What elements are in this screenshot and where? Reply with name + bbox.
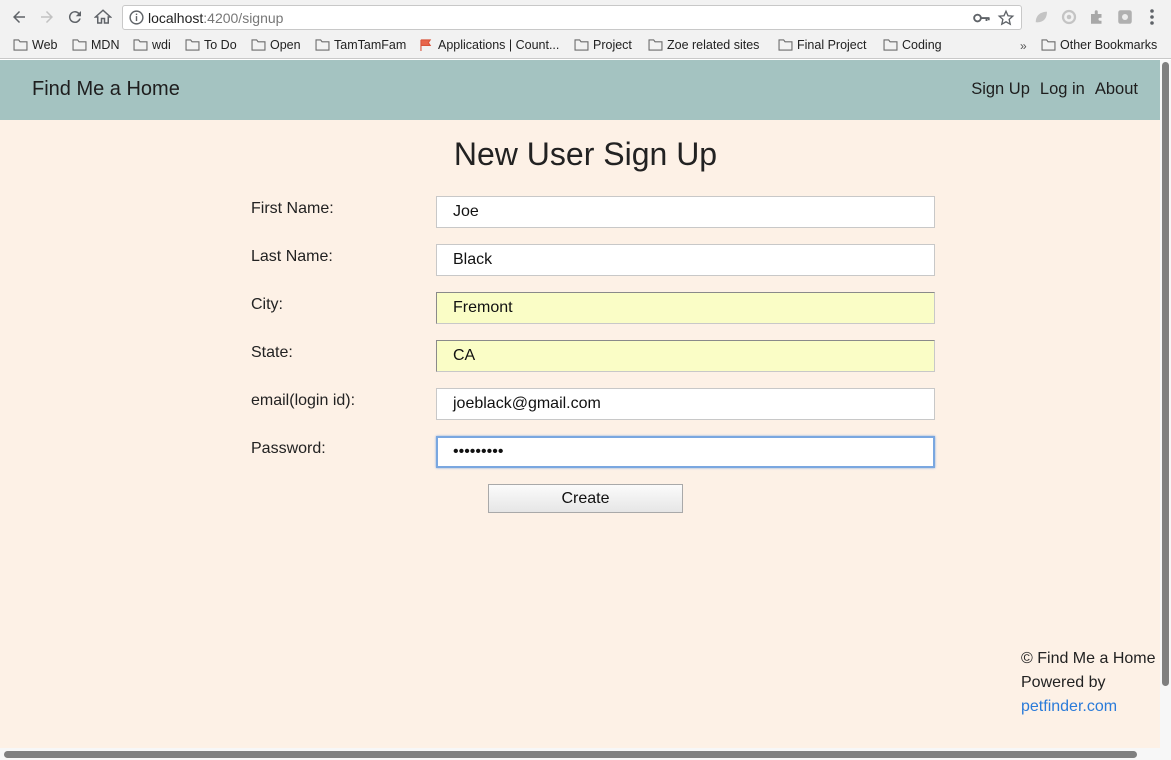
- petfinder-link[interactable]: petfinder.com: [1021, 695, 1156, 719]
- back-arrow-icon[interactable]: [8, 6, 30, 28]
- site-footer: © Find Me a Home Powered by petfinder.co…: [1021, 647, 1156, 719]
- forward-arrow-icon[interactable]: [36, 6, 58, 28]
- folder-icon: [1041, 39, 1056, 51]
- form-row-email: email(login id): joeblack@gmail.com: [251, 388, 935, 420]
- flag-icon: [420, 39, 432, 51]
- folder-icon: [251, 39, 266, 51]
- footer-powered-by: Powered by: [1021, 674, 1106, 691]
- folder-icon: [574, 39, 589, 51]
- extension-circle-icon[interactable]: [1060, 8, 1078, 26]
- city-label: City:: [251, 296, 283, 313]
- nav-link-about[interactable]: About: [1095, 80, 1138, 99]
- form-row-last-name: Last Name: Black: [251, 244, 935, 276]
- folder-icon: [185, 39, 200, 51]
- folder-icon: [883, 39, 898, 51]
- form-row-password: Password: •••••••••: [251, 436, 935, 468]
- password-input[interactable]: •••••••••: [436, 436, 935, 468]
- extension-box-icon[interactable]: [1116, 8, 1134, 26]
- page-title: New User Sign Up: [453, 136, 718, 172]
- info-icon[interactable]: [128, 9, 145, 26]
- bookmark-project[interactable]: Project: [574, 38, 632, 52]
- bookmark-zoe-related-sites[interactable]: Zoe related sites: [648, 38, 759, 52]
- footer-copyright: © Find Me a Home: [1021, 650, 1156, 667]
- city-input[interactable]: Fremont: [436, 292, 935, 324]
- nav-link-log-in[interactable]: Log in: [1040, 80, 1085, 99]
- first-name-input[interactable]: Joe: [436, 196, 935, 228]
- url-text: localhost:4200/signup: [148, 10, 284, 26]
- last-name-label: Last Name:: [251, 248, 333, 265]
- folder-icon: [315, 39, 330, 51]
- last-name-input[interactable]: Black: [436, 244, 935, 276]
- form-row-state: State: CA: [251, 340, 935, 372]
- vertical-scrollbar-thumb[interactable]: [1162, 62, 1169, 686]
- folder-icon: [72, 39, 87, 51]
- folder-icon: [133, 39, 148, 51]
- address-bar[interactable]: localhost:4200/signup: [122, 5, 1022, 30]
- site-brand[interactable]: Find Me a Home: [32, 78, 180, 101]
- state-input[interactable]: CA: [436, 340, 935, 372]
- page-viewport: Find Me a Home Sign Up Log in About New …: [0, 60, 1171, 760]
- email-input[interactable]: joeblack@gmail.com: [436, 388, 935, 420]
- folder-icon: [778, 39, 793, 51]
- folder-icon: [13, 39, 28, 51]
- browser-toolbar: localhost:4200/signup: [0, 0, 1171, 34]
- form-row-city: City: Fremont: [251, 292, 935, 324]
- horizontal-scrollbar[interactable]: [0, 748, 1160, 760]
- nav-links: Sign Up Log in About: [971, 80, 1138, 99]
- reload-icon[interactable]: [64, 6, 86, 28]
- bookmark-to-do[interactable]: To Do: [185, 38, 237, 52]
- bookmark-other-bookmarks[interactable]: Other Bookmarks: [1041, 38, 1157, 52]
- password-label: Password:: [251, 440, 326, 457]
- nav-link-sign-up[interactable]: Sign Up: [971, 80, 1030, 99]
- email-label: email(login id):: [251, 392, 356, 409]
- browser-menu-icon[interactable]: [1146, 8, 1158, 26]
- horizontal-scrollbar-thumb[interactable]: [4, 751, 1137, 758]
- home-icon[interactable]: [92, 6, 114, 28]
- bookmarks-overflow-chevron[interactable]: »: [1020, 39, 1027, 53]
- form-row-first-name: First Name: Joe: [251, 196, 935, 228]
- bookmark-wdi[interactable]: wdi: [133, 38, 171, 52]
- bookmark-star-icon[interactable]: [997, 9, 1015, 27]
- bookmark-tamtamfam[interactable]: TamTamFam: [315, 38, 406, 52]
- extension-leaf-icon[interactable]: [1032, 8, 1050, 26]
- state-label: State:: [251, 344, 293, 361]
- bookmarks-bar: Web MDN wdi To Do Open TamTamFam Applica…: [0, 34, 1171, 59]
- key-icon[interactable]: [973, 10, 991, 26]
- site-navbar: Find Me a Home Sign Up Log in About: [0, 60, 1160, 120]
- bookmark-open[interactable]: Open: [251, 38, 301, 52]
- bookmark-mdn[interactable]: MDN: [72, 38, 119, 52]
- bookmark-coding[interactable]: Coding: [883, 38, 942, 52]
- bookmark-applications[interactable]: Applications | Count...: [419, 38, 559, 52]
- extension-puzzle-icon[interactable]: [1088, 8, 1106, 26]
- folder-icon: [648, 39, 663, 51]
- bookmark-web[interactable]: Web: [13, 38, 57, 52]
- create-button[interactable]: Create: [488, 484, 683, 513]
- first-name-label: First Name:: [251, 200, 334, 217]
- bookmark-final-project[interactable]: Final Project: [778, 38, 866, 52]
- vertical-scrollbar[interactable]: [1160, 60, 1171, 760]
